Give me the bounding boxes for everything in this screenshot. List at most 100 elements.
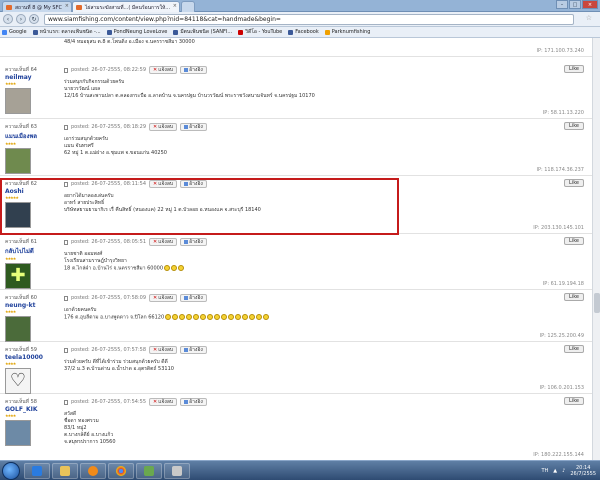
quote-button[interactable]: อ้างอิง [180,66,207,74]
username-link[interactable]: neung-kt [5,302,57,309]
post-author: ความเห็นที่ 63 แมนเมืองพล ★★★★ [5,123,57,174]
post-meta: posted: 26-07-2555, 07:58:09 ✕ แจ้งลบ อ้า… [64,294,207,302]
username-link[interactable]: กลับไปไม่ดี [5,246,57,256]
post-body: เอาด้วยคนครับ 176 ต.อุบลีตาม อ.บางพูดดาว… [64,307,270,322]
folder-icon [60,466,70,476]
quote-button[interactable]: อ้างอิง [180,294,207,302]
like-button[interactable]: Like [564,122,584,130]
avatar[interactable]: ♡ [5,368,31,394]
like-button[interactable]: Like [564,293,584,301]
post-author: ความเห็นที่ 59 teela10000 ★★★★ ♡ [5,346,57,394]
bookmark-google[interactable]: Google [2,29,27,35]
language-indicator[interactable]: TH [541,468,548,474]
tab-my-sfc[interactable]: สถานที่ 8 @ My SFC × [2,1,72,12]
volume-icon[interactable]: ♪ [562,468,565,474]
quote-button[interactable]: อ้างอิง [180,238,207,246]
like-button[interactable]: Like [564,345,584,353]
post-ip: IP: 180.222.155.144 [533,452,584,458]
quote-button[interactable]: อ้างอิง [180,346,207,354]
comment-post: ความเห็นที่ 61 กลับไปไม่ดี ★★★★ ✚ posted… [0,234,592,290]
smiley-icon [242,314,249,320]
taskbar-app[interactable] [136,463,162,479]
quote-button[interactable]: อ้างอิง [180,398,207,406]
username-link[interactable]: GOLF_KIK [5,406,57,413]
bookmark-sanfi[interactable]: มีตนเฟ้นชนิด (SANFI... [173,28,232,36]
smiley-icon [214,314,221,320]
avatar[interactable] [5,202,31,228]
avatar[interactable] [5,88,31,114]
page-content: 48/4 หมอธุสน ต.8 ต.โพนดิ่ง อ.เมือง จ.นคร… [0,38,592,460]
close-tab-icon[interactable]: × [173,3,177,9]
post-timestamp: posted: 26-07-2555, 08:22:59 [71,67,147,73]
report-button[interactable]: ✕ แจ้งลบ [149,238,178,246]
post-ip: IP: 125.25.200.49 [539,333,584,339]
bookmark-forum-home[interactable]: หน้าแรก: ตลาดเฟ้นชนิด -... [32,28,101,36]
start-button[interactable] [2,462,20,480]
quote-icon [184,125,189,129]
avatar[interactable] [5,316,31,342]
username-link[interactable]: teela10000 [5,354,57,361]
report-button[interactable]: ✕ แจ้งลบ [149,66,178,74]
back-icon[interactable]: ‹ [3,14,13,24]
taskbar-media[interactable] [80,463,106,479]
facebook-icon [106,29,112,35]
report-button[interactable]: ✕ แจ้งลบ [149,346,178,354]
network-icon[interactable]: ▲ [553,468,557,474]
taskbar-explorer[interactable] [52,463,78,479]
clock[interactable]: 20:14 26/7/2555 [570,465,596,477]
bookmark-parknumfishing[interactable]: Parknumfishing [324,29,370,35]
username-link[interactable]: Aoshi [5,188,57,195]
comment-post: ความเห็นที่ 59 teela10000 ★★★★ ♡ posted:… [0,342,592,394]
tab-siamfishing[interactable]: ไผ่สามระฆังสามที่...( มีคนร้อนการให้... … [72,1,180,12]
system-tray: TH ▲ ♪ 20:14 26/7/2555 [541,463,596,479]
comment-number: ความเห็นที่ 61 [5,239,37,245]
smiley-icon [171,265,178,271]
taskbar-app2[interactable] [164,463,190,479]
vertical-scrollbar[interactable] [592,38,600,460]
avatar[interactable] [5,148,31,174]
username-link[interactable]: neilmay [5,74,57,81]
rank-stars: ★★★★★ [5,195,19,200]
username-link[interactable]: แมนเมืองพล [5,131,57,141]
x-icon: ✕ [153,239,158,245]
forward-icon[interactable]: › [16,14,26,24]
minimize-icon[interactable]: – [556,0,568,9]
report-button[interactable]: ✕ แจ้งลบ [149,180,178,188]
bookmark-facebook[interactable]: Facebook [288,29,319,35]
comment-post-highlighted: ความเห็นที่ 62 Aoshi ★★★★★ posted: 26-07… [0,176,592,234]
like-button[interactable]: Like [564,65,584,73]
maximize-icon[interactable]: □ [569,0,581,9]
report-button[interactable]: ✕ แจ้งลบ [149,398,178,406]
bookmark-star-icon[interactable]: ☆ [586,14,592,22]
document-icon [64,399,68,405]
smiley-icon [207,314,214,320]
taskbar-chrome[interactable] [108,463,134,479]
taskbar-ie[interactable] [24,463,50,479]
avatar[interactable]: ✚ [5,263,31,289]
address-bar: ‹ › ↻ www.siamfishing.com/content/view.p… [0,12,600,27]
comment-number: ความเห็นที่ 58 [5,399,37,405]
bookmark-youtube[interactable]: วิดีโอ - YouTube [238,28,282,36]
scrollbar-thumb[interactable] [594,293,600,313]
avatar[interactable] [5,420,31,446]
new-tab-button[interactable] [181,1,195,12]
quote-button[interactable]: อ้างอิง [180,123,207,131]
like-button[interactable]: Like [564,179,584,187]
like-button[interactable]: Like [564,397,584,405]
tab-label: สถานที่ 8 @ My SFC [15,5,62,11]
smiley-icon [179,314,186,320]
like-button[interactable]: Like [564,237,584,245]
quote-button[interactable]: อ้างอิง [180,180,207,188]
document-icon [64,347,68,353]
close-window-icon[interactable]: × [582,0,598,9]
report-button[interactable]: ✕ แจ้งลบ [149,123,178,131]
rank-stars: ★★★★ [5,256,16,261]
close-tab-icon[interactable]: × [65,3,69,9]
report-button[interactable]: ✕ แจ้งลบ [149,294,178,302]
url-input[interactable]: www.siamfishing.com/content/view.php?nid… [44,14,574,25]
bookmark-pondneung[interactable]: PondNeung LoveLove [106,29,167,35]
reload-icon[interactable]: ↻ [29,14,39,24]
rank-stars: ★★★★ [5,81,16,86]
media-player-icon [88,466,98,476]
post-body: ร่วมด้วยครับ ดีที่ได้เข้าร่วม ร่วมสนุกด้… [64,359,174,372]
